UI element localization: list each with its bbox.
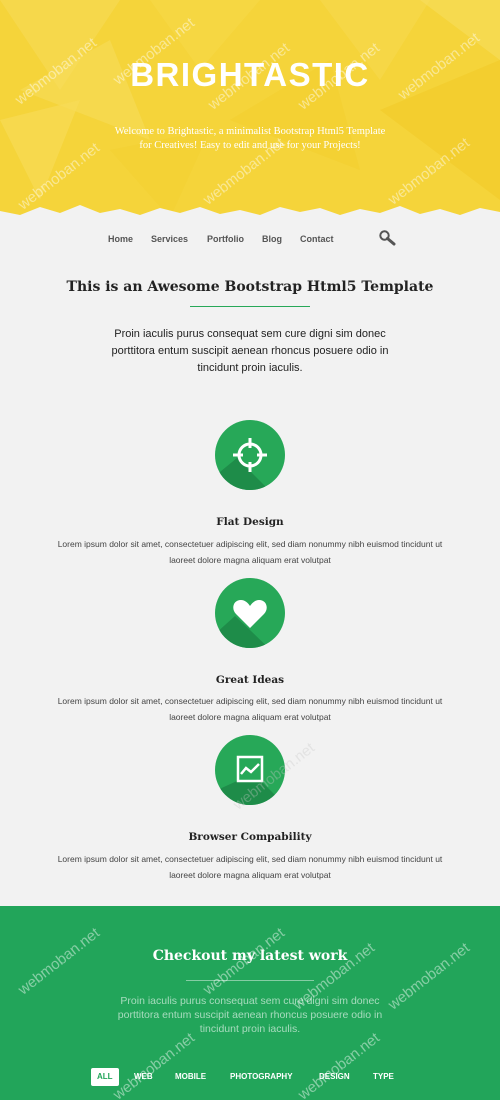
feature-title-great-ideas: Great Ideas xyxy=(215,674,285,686)
intro-text: Proin iaculis purus consequat sem cure d… xyxy=(111,328,389,374)
nav-contact[interactable]: Contact xyxy=(300,234,334,244)
portfolio-heading: Checkout my latest work xyxy=(152,948,348,964)
hero-jagged-edge xyxy=(0,205,500,218)
heart-icon xyxy=(233,600,267,628)
nav-portfolio[interactable]: Portfolio xyxy=(207,234,244,244)
filter-type[interactable]: TYPE xyxy=(367,1068,400,1086)
filter-web[interactable]: WEB xyxy=(128,1068,159,1086)
nav-blog[interactable]: Blog xyxy=(262,234,282,244)
feature-text-flat-design: Lorem ipsum dolor sit amet, consectetuer… xyxy=(57,539,443,565)
hero-banner: BRIGHTASTIC Welcome to Brightastic, a mi… xyxy=(0,0,500,218)
browser-compability-badge xyxy=(215,735,285,805)
filter-design[interactable]: DESIGN xyxy=(313,1068,356,1086)
feature-text-browser-compability: Lorem ipsum dolor sit amet, consectetuer… xyxy=(57,854,443,880)
nav-services[interactable]: Services xyxy=(151,234,188,244)
nav-home[interactable]: Home xyxy=(108,234,133,244)
hero-facet-pattern xyxy=(0,0,500,218)
chart-icon xyxy=(236,755,264,783)
filter-photography[interactable]: PHOTOGRAPHY xyxy=(224,1068,299,1086)
great-ideas-badge xyxy=(215,578,285,648)
filter-all[interactable]: ALL xyxy=(91,1068,119,1086)
feature-title-flat-design: Flat Design xyxy=(216,516,284,528)
hero-subtitle: Welcome to Brightastic, a minimalist Boo… xyxy=(114,126,386,151)
flat-design-badge xyxy=(215,420,285,490)
feature-text-great-ideas: Lorem ipsum dolor sit amet, consectetuer… xyxy=(57,696,443,722)
intro-divider xyxy=(190,306,310,307)
site-title: BRIGHTASTIC xyxy=(130,56,370,93)
portfolio-text: Proin iaculis purus consequat sem cure d… xyxy=(117,995,383,1035)
target-icon xyxy=(233,438,267,472)
portfolio-section: Checkout my latest work Proin iaculis pu… xyxy=(0,906,500,1100)
intro-heading: This is an Awesome Bootstrap Html5 Templ… xyxy=(66,279,434,295)
portfolio-divider xyxy=(186,980,314,981)
feature-title-browser-compability: Browser Compability xyxy=(188,831,312,843)
search-icon[interactable] xyxy=(378,229,396,247)
filter-mobile[interactable]: MOBILE xyxy=(169,1068,212,1086)
main-nav: Home Services Portfolio Blog Contact xyxy=(0,226,500,252)
